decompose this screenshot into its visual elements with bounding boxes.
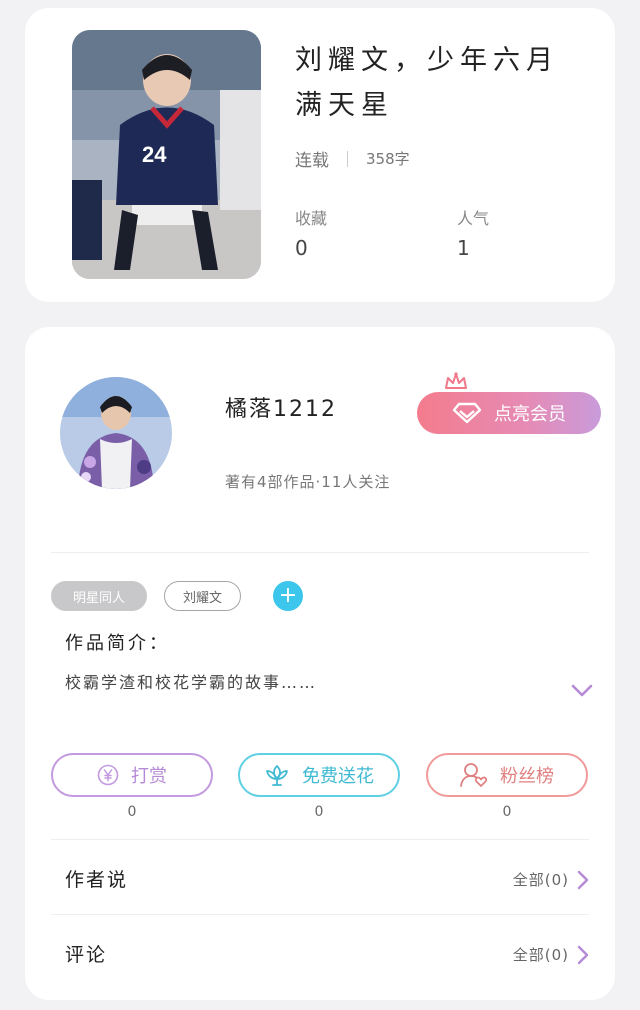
send-flower-label: 免费送花 <box>302 766 374 787</box>
author-avatar[interactable] <box>60 377 172 489</box>
fan-count: 0 <box>502 804 512 820</box>
author-name[interactable]: 橘落1212 <box>225 391 337 423</box>
popularity-label: 人气 <box>457 209 490 228</box>
add-tag-button[interactable]: + <box>273 581 303 611</box>
send-flower-button[interactable]: 免费送花 <box>238 753 400 797</box>
diamond-icon <box>452 402 482 424</box>
favorites-value: 0 <box>295 236 308 260</box>
book-cover-image[interactable]: 24 <box>72 30 261 279</box>
vip-button[interactable]: 点亮会员 <box>417 392 601 434</box>
comments-count: 全部(0) <box>512 946 569 964</box>
flower-count: 0 <box>314 804 324 820</box>
author-says-count: 全部(0) <box>512 871 569 889</box>
book-header-card: 24 刘耀文，少年六月满天星 连载 358字 收藏 0 人气 1 <box>25 8 615 302</box>
author-stats: 著有4部作品·11人关注 <box>225 473 391 491</box>
divider <box>51 839 589 840</box>
book-title: 刘耀文，少年六月满天星 <box>295 45 559 121</box>
chevron-right-icon <box>577 945 589 964</box>
author-says-title: 作者说 <box>65 869 129 891</box>
fan-ranking-label: 粉丝榜 <box>500 766 554 787</box>
reward-button[interactable]: 打赏 <box>51 753 213 797</box>
tag-character[interactable]: 刘耀文 <box>164 581 241 611</box>
yen-icon <box>97 764 119 786</box>
author-says-row[interactable]: 作者说 全部(0) <box>51 851 589 911</box>
divider <box>51 914 589 915</box>
comments-row[interactable]: 评论 全部(0) <box>51 926 589 986</box>
author-says-more[interactable]: 全部(0) <box>513 869 589 890</box>
reward-label: 打赏 <box>131 766 167 787</box>
reward-count: 0 <box>127 804 137 820</box>
meta-divider <box>347 150 348 167</box>
comments-title: 评论 <box>65 944 108 966</box>
author-info-card: 橘落1212 著有4部作品·11人关注 点亮会员 明星同人 刘耀文 + 作品简介… <box>25 327 615 1000</box>
comments-more[interactable]: 全部(0) <box>513 944 589 965</box>
book-meta: 连载 358字 <box>295 146 410 171</box>
flower-icon <box>264 763 290 787</box>
intro-text: 校霸学渣和校花学霸的故事…… <box>65 673 318 692</box>
divider <box>51 552 589 553</box>
popularity-value: 1 <box>457 236 470 260</box>
favorites-label: 收藏 <box>295 209 328 228</box>
fan-ranking-button[interactable]: 粉丝榜 <box>426 753 588 797</box>
chevron-right-icon <box>577 870 589 889</box>
intro-title: 作品简介： <box>65 633 170 654</box>
chevron-down-icon[interactable] <box>571 683 593 702</box>
word-count: 358字 <box>366 150 410 168</box>
serial-status: 连载 <box>295 151 329 171</box>
fan-heart-icon <box>460 762 488 788</box>
tag-category[interactable]: 明星同人 <box>51 581 147 611</box>
vip-button-label: 点亮会员 <box>494 404 566 424</box>
svg-text:24: 24 <box>142 142 167 167</box>
